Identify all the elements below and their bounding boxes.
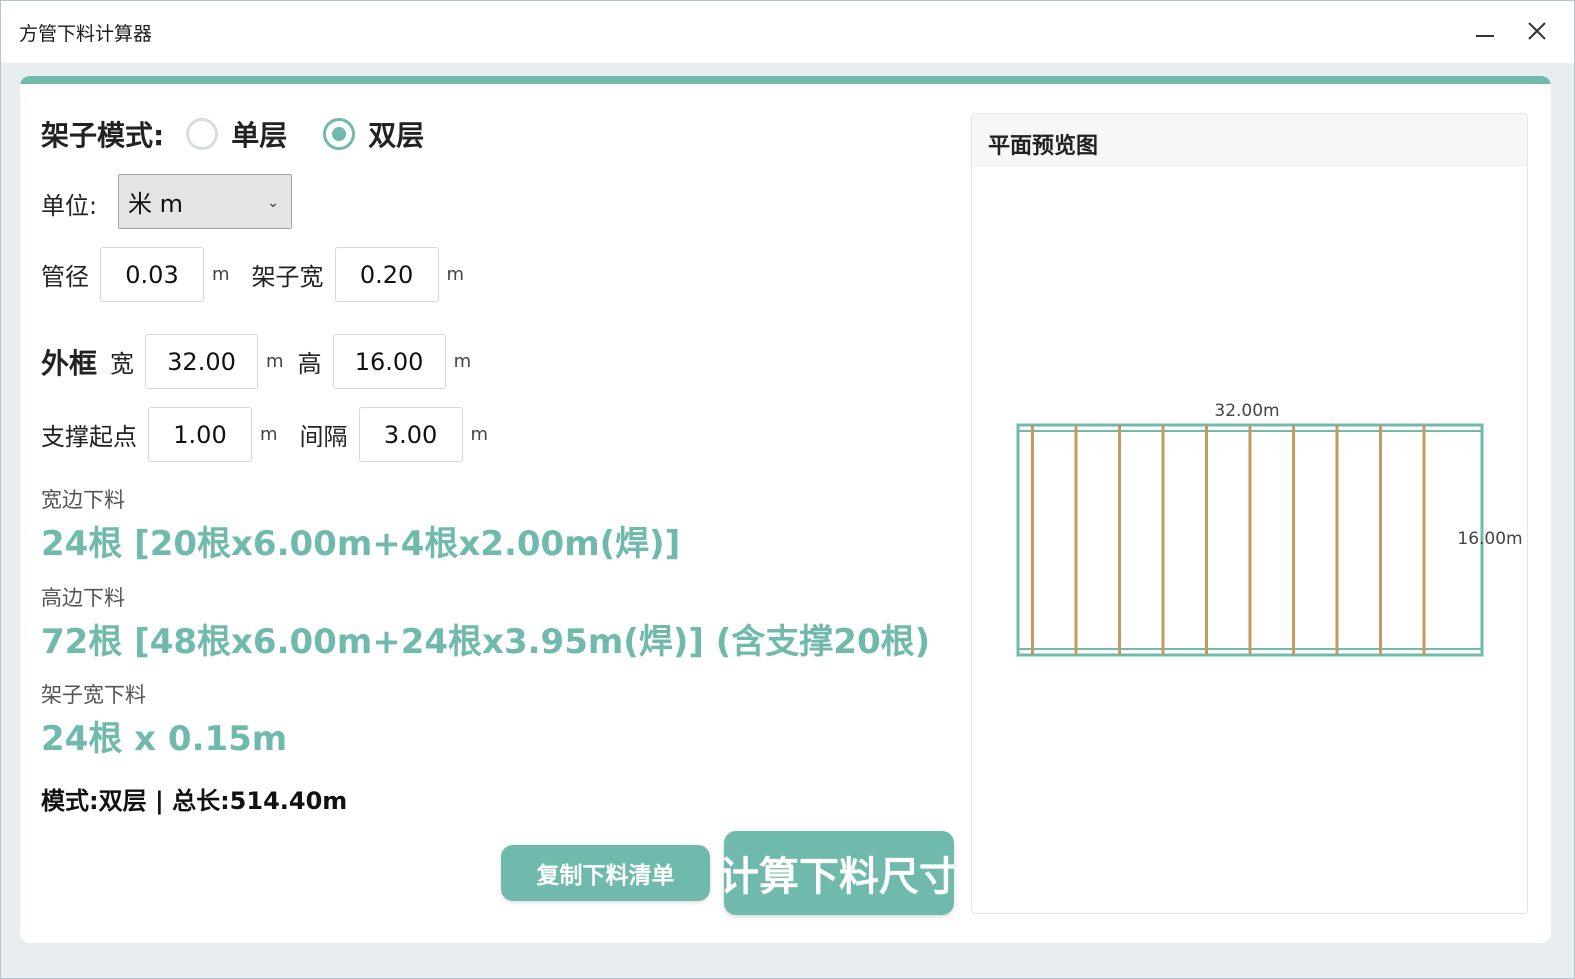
outer-frame-label: 外框	[41, 346, 98, 380]
unit-label: 单位:	[41, 192, 98, 220]
pipe-diameter-unit: m	[212, 264, 230, 285]
outer-frame-row: 外框 宽 m 高 m	[41, 334, 471, 389]
app-window: 方管下料计算器 架子模式: 单层 双层 单位: 米 m ⌄ 管径 m 架子宽	[0, 0, 1575, 979]
preview-title: 平面预览图	[988, 134, 1099, 159]
frame-width-input[interactable]	[145, 334, 259, 389]
support-interval-label: 间隔	[299, 423, 348, 451]
height-cut-label: 高边下料	[41, 586, 125, 610]
preview-canvas: 32.00m 16.00m	[1016, 401, 1523, 657]
preview-header: 平面预览图	[972, 114, 1527, 166]
width-cut-label: 宽边下料	[41, 488, 125, 512]
calculate-button[interactable]: 计算下料尺寸	[724, 831, 954, 915]
title-bar: 方管下料计算器	[1, 1, 1574, 63]
accent-bar	[20, 76, 1551, 84]
shelf-width-unit: m	[446, 264, 465, 285]
height-cut-value: 72根 [48根x6.00m+24根x3.95m(焊)] (含支撑20根)	[41, 622, 931, 662]
preview-height-label: 16.00m	[1457, 529, 1522, 549]
minimize-icon[interactable]	[1465, 11, 1505, 51]
shelf-cut-value: 24根 x 0.15m	[41, 719, 288, 759]
unit-select-value: 米 m	[128, 190, 184, 218]
frame-height-input[interactable]	[332, 334, 446, 389]
frame-width-unit: m	[266, 351, 284, 372]
support-interval-input[interactable]	[358, 407, 463, 462]
shelf-cut-label: 架子宽下料	[41, 683, 146, 707]
close-icon[interactable]	[1517, 11, 1557, 51]
support-start-label: 支撑起点	[41, 423, 137, 451]
frame-width-label: 宽	[110, 350, 135, 378]
radio-single[interactable]	[186, 118, 219, 150]
support-row: 支撑起点 m 间隔 m	[41, 407, 488, 462]
pipe-diameter-input[interactable]	[100, 247, 204, 302]
unit-select[interactable]: 米 m ⌄	[118, 174, 292, 229]
shelf-width-input[interactable]	[334, 247, 439, 302]
shelf-width-label: 架子宽	[251, 263, 324, 291]
support-interval-unit: m	[470, 424, 489, 445]
copy-list-button[interactable]: 复制下料清单	[501, 845, 710, 901]
main-panel: 架子模式: 单层 双层 单位: 米 m ⌄ 管径 m 架子宽 m 外框 宽 m …	[20, 76, 1551, 943]
pipe-row: 管径 m 架子宽 m	[41, 247, 464, 302]
frame-height-label: 高	[297, 350, 322, 378]
radio-double[interactable]	[323, 118, 356, 150]
width-cut-value: 24根 [20根x6.00m+4根x2.00m(焊)]	[41, 524, 681, 564]
support-start-input[interactable]	[148, 407, 252, 462]
radio-double-label[interactable]: 双层	[368, 114, 424, 154]
frame-height-unit: m	[453, 351, 472, 372]
radio-single-label[interactable]: 单层	[231, 114, 287, 154]
pipe-diameter-label: 管径	[41, 263, 89, 291]
mode-row: 架子模式: 单层 双层	[41, 114, 424, 154]
preview-width-label: 32.00m	[1214, 401, 1279, 421]
support-start-unit: m	[260, 424, 278, 445]
mode-label: 架子模式:	[41, 119, 165, 152]
preview-panel: 平面预览图 32.00m 16.00m	[971, 113, 1528, 914]
window-title: 方管下料计算器	[19, 23, 153, 45]
summary-text: 模式:双层 | 总长:514.40m	[41, 787, 348, 815]
chevron-down-icon: ⌄	[267, 195, 279, 211]
